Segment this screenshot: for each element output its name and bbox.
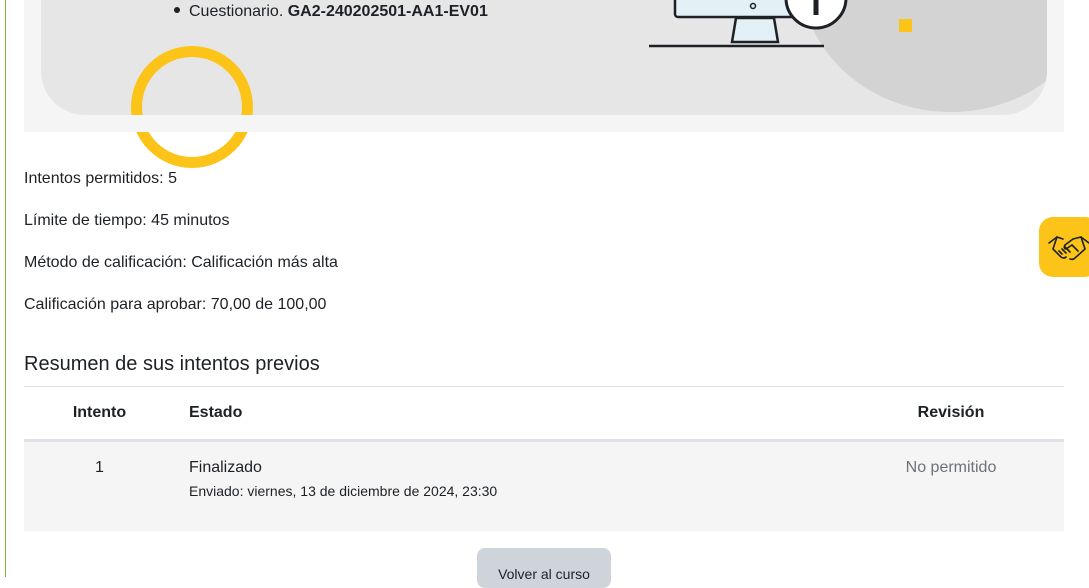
section-title: Resumen de sus intentos previos [24,353,320,375]
help-button[interactable] [1039,217,1089,277]
decorative-square [899,19,912,32]
header-attempt: Intento [24,386,175,442]
pass-grade: Calificación para aprobar: 70,00 de 100,… [24,296,327,313]
attempts-allowed: Intentos permitidos: 5 [24,170,177,187]
attempt-review: No permitido [838,440,1064,531]
attempt-submitted: Enviado: viernes, 13 de diciembre de 202… [189,483,498,499]
banner-quiz-item: Cuestionario. GA2-240202501-AA1-EV01 [174,2,488,22]
time-limit: Límite de tiempo: 45 minutos [24,212,230,229]
bullet [174,6,180,13]
attempts-table: Intento Estado Revisión 1 Finalizado Env… [24,386,1064,531]
computer-monitor-icon [649,0,848,48]
table-row: 1 Finalizado Enviado: viernes, 13 de dic… [24,440,1064,531]
decorative-ring [131,46,253,168]
banner-quiz-prefix: Cuestionario. [189,3,284,20]
banner-bottom [24,115,1064,132]
back-to-course-button[interactable]: Volver al curso [477,548,611,588]
header-state: Estado [175,386,838,442]
banner-quiz-code: GA2-240202501-AA1-EV01 [287,3,488,20]
attempt-number: 1 [24,440,175,531]
header-review: Revisión [838,386,1064,442]
handshake-icon [1048,236,1089,261]
grading-method: Método de calificación: Calificación más… [24,254,338,271]
left-border [5,0,6,577]
attempt-state: Finalizado [189,459,262,476]
attempt-state-cell: Finalizado Enviado: viernes, 13 de dicie… [175,440,838,531]
table-header-row: Intento Estado Revisión [24,386,1064,442]
